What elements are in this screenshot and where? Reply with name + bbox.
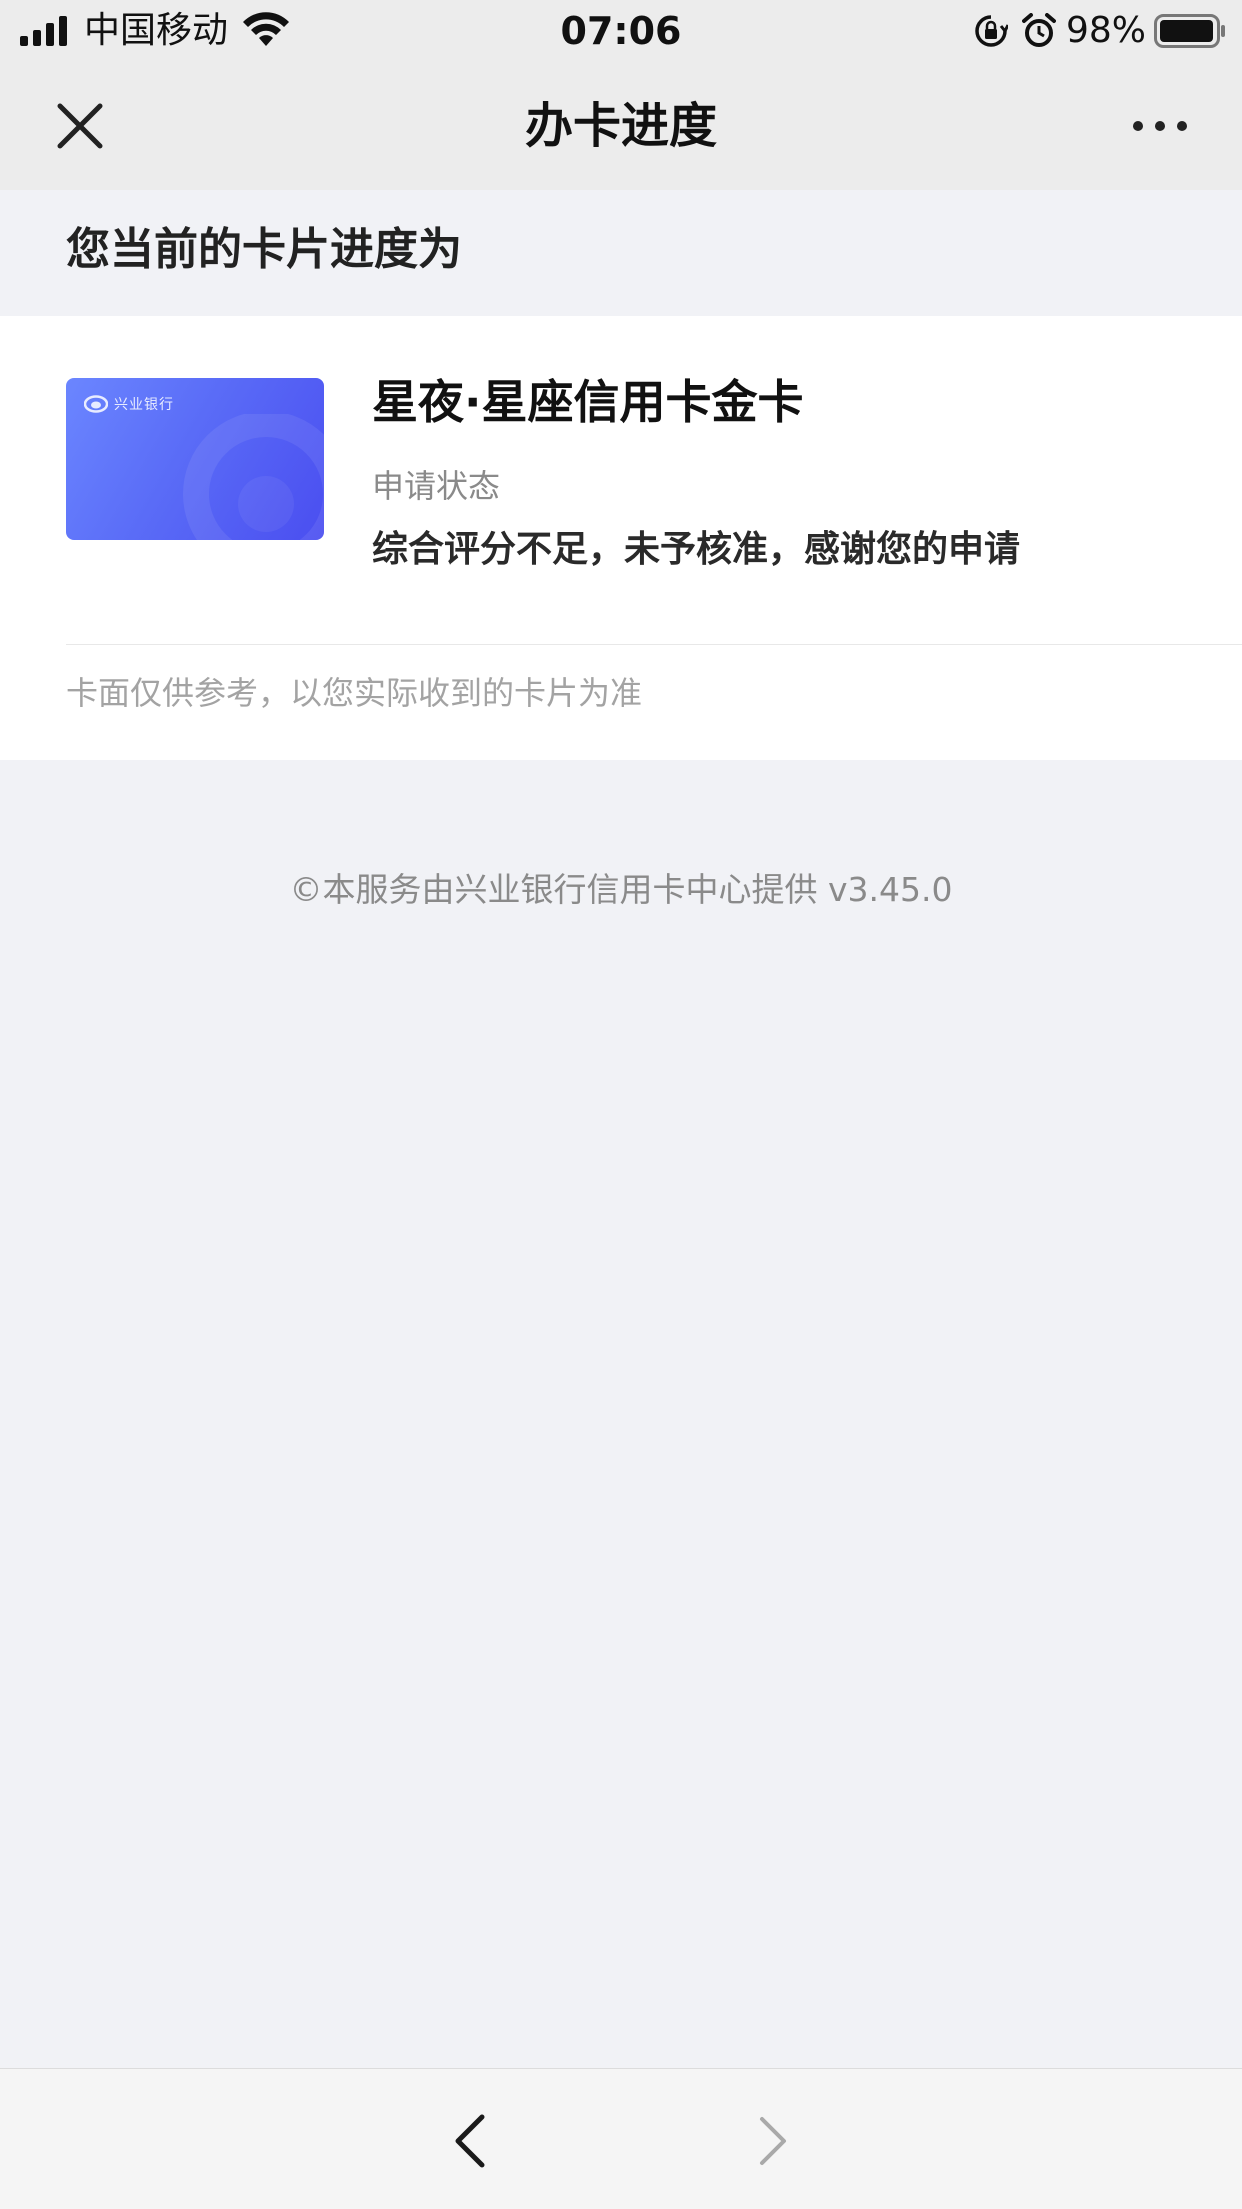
status-label: 申请状态 [372,467,501,505]
chevron-left-icon[interactable] [446,2111,496,2171]
battery-percent: 98% [1066,10,1147,51]
page-title: 办卡进度 [524,98,717,154]
more-icon[interactable] [1130,106,1190,146]
status-bar: 中国移动 07:06 98% [0,0,1242,62]
status-value: 综合评分不足，未予核准，感谢您的申请 [372,529,1021,570]
card-watermark-icon [183,414,324,540]
bank-logo-text: 兴业银行 [114,397,174,413]
card-disclaimer: 卡面仅供参考，以您实际收到的卡片为准 [66,674,643,712]
card-progress-panel: 兴业银行 星夜·星座信用卡金卡 申请状态 综合评分不足，未予核准，感谢您的申请 … [0,316,1242,760]
card-name: 星夜·星座信用卡金卡 [372,375,804,429]
bank-logo: 兴业银行 [84,392,174,416]
chevron-right-icon[interactable] [748,2111,798,2171]
battery-icon [1154,14,1225,48]
rotation-lock-icon [975,15,1008,47]
card-image: 兴业银行 [66,378,324,540]
service-provider-note: ©本服务由兴业银行信用卡中心提供 v3.45.0 [289,870,953,909]
browser-toolbar [0,2068,1242,2209]
section-title: 您当前的卡片进度为 [66,224,462,275]
alarm-icon [1022,13,1056,47]
divider [66,644,1242,645]
nav-bar: 办卡进度 [0,62,1242,190]
bank-logo-icon [84,395,108,413]
